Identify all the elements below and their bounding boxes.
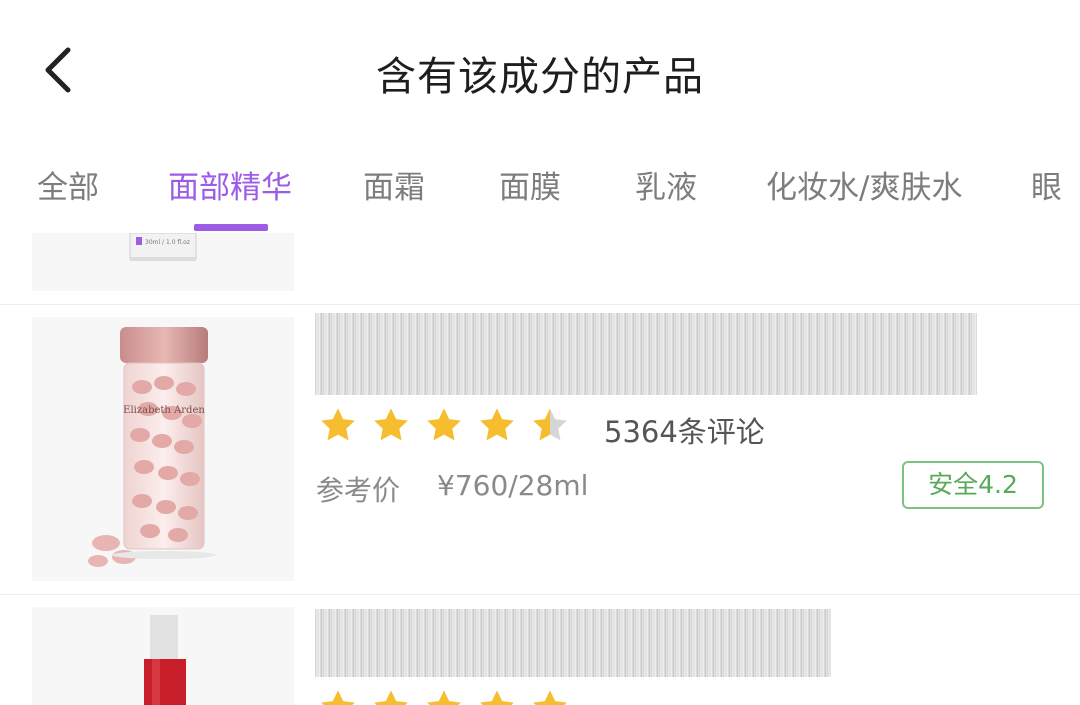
list-item[interactable]: 30ml / 1.0 fl.oz (0, 233, 1080, 305)
price-value: ¥760/28ml (437, 469, 589, 502)
star-full-icon (480, 408, 514, 441)
active-tab-indicator (194, 224, 268, 231)
star-full-icon (427, 408, 461, 441)
rating-stars (318, 687, 570, 705)
tab-all[interactable]: 全部 (37, 162, 99, 207)
star-full-icon (427, 690, 461, 705)
rating-stars (318, 405, 570, 453)
capsule-bottle-illustration: Elizabeth Arden (88, 327, 216, 567)
safety-badge[interactable]: 安全4.2 (902, 461, 1044, 509)
red-bottle-illustration (144, 615, 186, 705)
product-image: Elizabeth Arden (32, 317, 294, 581)
tab-face-serum[interactable]: 面部精华 (168, 162, 292, 207)
star-full-icon (533, 690, 567, 705)
star-full-icon (374, 690, 408, 705)
tab-mask[interactable]: 面膜 (499, 162, 561, 207)
review-count: 5364条评论 (604, 415, 765, 449)
star-full-icon (321, 690, 355, 705)
product-name-blurred (315, 313, 977, 395)
list-item[interactable]: Elizabeth Arden 5364条评论 参考价 ¥760/28ml 安全… (0, 305, 1080, 595)
category-tabs: 全部 面部精华 面霜 面膜 乳液 化妆水/爽肤水 眼 (0, 150, 1080, 235)
star-full-icon (321, 408, 355, 441)
tab-lotion[interactable]: 乳液 (635, 162, 697, 207)
star-half-icon (533, 408, 567, 441)
product-jar-illustration: 30ml / 1.0 fl.oz (129, 233, 197, 261)
page-title: 含有该成分的产品 (376, 54, 704, 100)
product-list[interactable]: 30ml / 1.0 fl.oz Elizabeth Arden 5364条评论… (0, 233, 1080, 705)
bottle-brand-label: Elizabeth Arden (123, 405, 205, 416)
top-bar: 含有该成分的产品 (0, 0, 1080, 140)
tab-toner[interactable]: 化妆水/爽肤水 (766, 162, 962, 207)
product-image (32, 607, 294, 705)
product-name-blurred (315, 609, 831, 677)
jar-label: 30ml / 1.0 fl.oz (145, 239, 190, 246)
tab-face-cream[interactable]: 面霜 (363, 162, 425, 207)
price-label: 参考价 (316, 474, 401, 507)
tab-eye[interactable]: 眼 (1031, 162, 1062, 207)
star-full-icon (374, 408, 408, 441)
star-full-icon (480, 690, 514, 705)
list-item[interactable] (0, 595, 1080, 705)
product-image: 30ml / 1.0 fl.oz (32, 233, 294, 291)
